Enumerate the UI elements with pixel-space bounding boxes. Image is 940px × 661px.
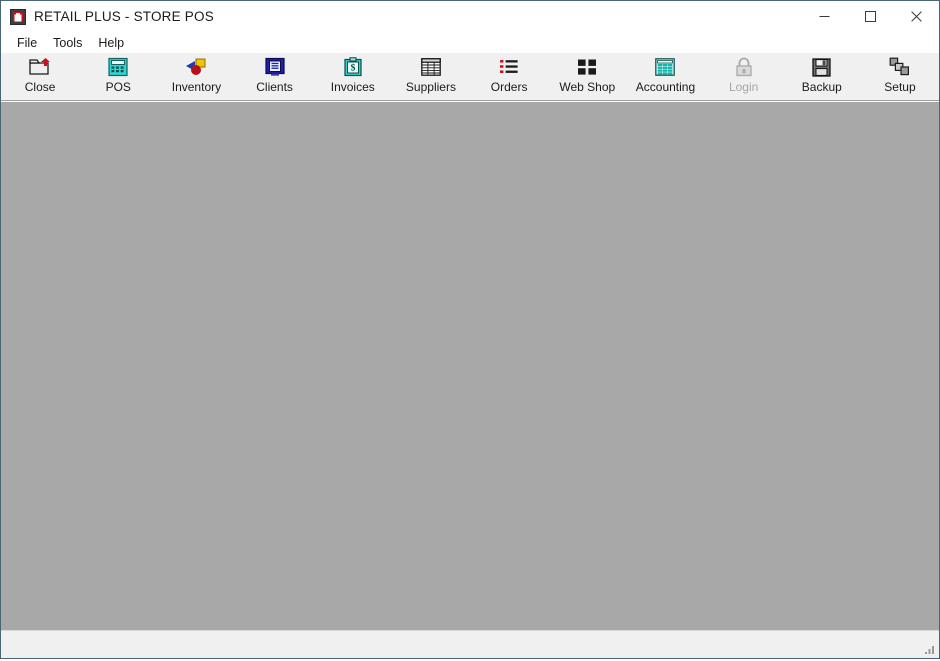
toolbar-button-pos[interactable]: POS	[79, 53, 157, 99]
retail-plus-logo-icon	[10, 8, 26, 25]
status-bar	[1, 630, 939, 658]
maximize-icon	[864, 11, 876, 22]
close-icon	[910, 11, 922, 22]
calculator-icon	[106, 56, 130, 78]
toolbar-button-suppliers[interactable]: Suppliers	[392, 53, 470, 99]
toolbar-button-invoices[interactable]: $ Invoices	[314, 53, 392, 99]
mdi-client-area[interactable]	[1, 101, 939, 630]
toolbar-label-orders: Orders	[490, 80, 528, 94]
toolbar-label-close: Close	[24, 80, 56, 94]
toolbar-button-clients[interactable]: Clients	[236, 53, 314, 99]
toolbar-label-invoices: Invoices	[330, 80, 375, 94]
toolbar-label-inventory: Inventory	[171, 80, 222, 94]
clipboard-dollar-icon: $	[341, 56, 365, 78]
toolbar-button-web-shop[interactable]: Web Shop	[548, 53, 626, 99]
main-toolbar: Close POS Inventory Clients $ Invoices S…	[1, 53, 939, 101]
table-grid-icon	[419, 56, 443, 78]
folder-close-icon	[28, 56, 52, 78]
minimize-icon	[819, 16, 829, 17]
close-window-button[interactable]	[893, 1, 939, 32]
menu-tools[interactable]: Tools	[45, 34, 90, 52]
menu-bar: File Tools Help	[1, 32, 939, 53]
toolbar-button-orders[interactable]: Orders	[470, 53, 548, 99]
application-window: RETAIL PLUS - STORE POS File Tools Help …	[0, 0, 940, 659]
toolbar-button-setup[interactable]: Setup	[861, 53, 939, 99]
toolbar-label-suppliers: Suppliers	[405, 80, 456, 94]
toolbar-label-pos: POS	[105, 80, 131, 94]
minimize-button[interactable]	[801, 1, 847, 32]
toolbar-label-login: Login	[728, 80, 759, 94]
shapes-inventory-icon	[184, 56, 208, 78]
monitor-clients-icon	[263, 56, 287, 78]
toolbar-label-setup: Setup	[884, 80, 916, 94]
window-title: RETAIL PLUS - STORE POS	[34, 9, 214, 24]
window-controls	[801, 1, 939, 32]
resize-grip-icon[interactable]	[922, 642, 936, 656]
toolbar-label-web-shop: Web Shop	[559, 80, 616, 94]
toolbar-button-login[interactable]: Login	[705, 53, 783, 99]
title-bar-left: RETAIL PLUS - STORE POS	[1, 8, 801, 25]
menu-help[interactable]: Help	[90, 34, 132, 52]
toolbar-label-backup: Backup	[801, 80, 842, 94]
toolbar-button-backup[interactable]: Backup	[783, 53, 861, 99]
padlock-icon	[732, 56, 756, 78]
menu-file[interactable]: File	[9, 34, 45, 52]
toolbar-label-accounting: Accounting	[635, 80, 696, 94]
toolbar-label-clients: Clients	[256, 80, 293, 94]
floppy-disk-icon	[810, 56, 834, 78]
title-bar[interactable]: RETAIL PLUS - STORE POS	[1, 1, 939, 32]
maximize-button[interactable]	[847, 1, 893, 32]
toolbar-button-accounting[interactable]: Accounting	[626, 53, 704, 99]
toolbar-button-close[interactable]: Close	[1, 53, 79, 99]
window-tiles-icon	[575, 56, 599, 78]
components-setup-icon	[888, 56, 912, 78]
ordered-list-icon	[497, 56, 521, 78]
svg-text:$: $	[350, 63, 355, 74]
spreadsheet-icon	[653, 56, 677, 78]
toolbar-button-inventory[interactable]: Inventory	[157, 53, 235, 99]
